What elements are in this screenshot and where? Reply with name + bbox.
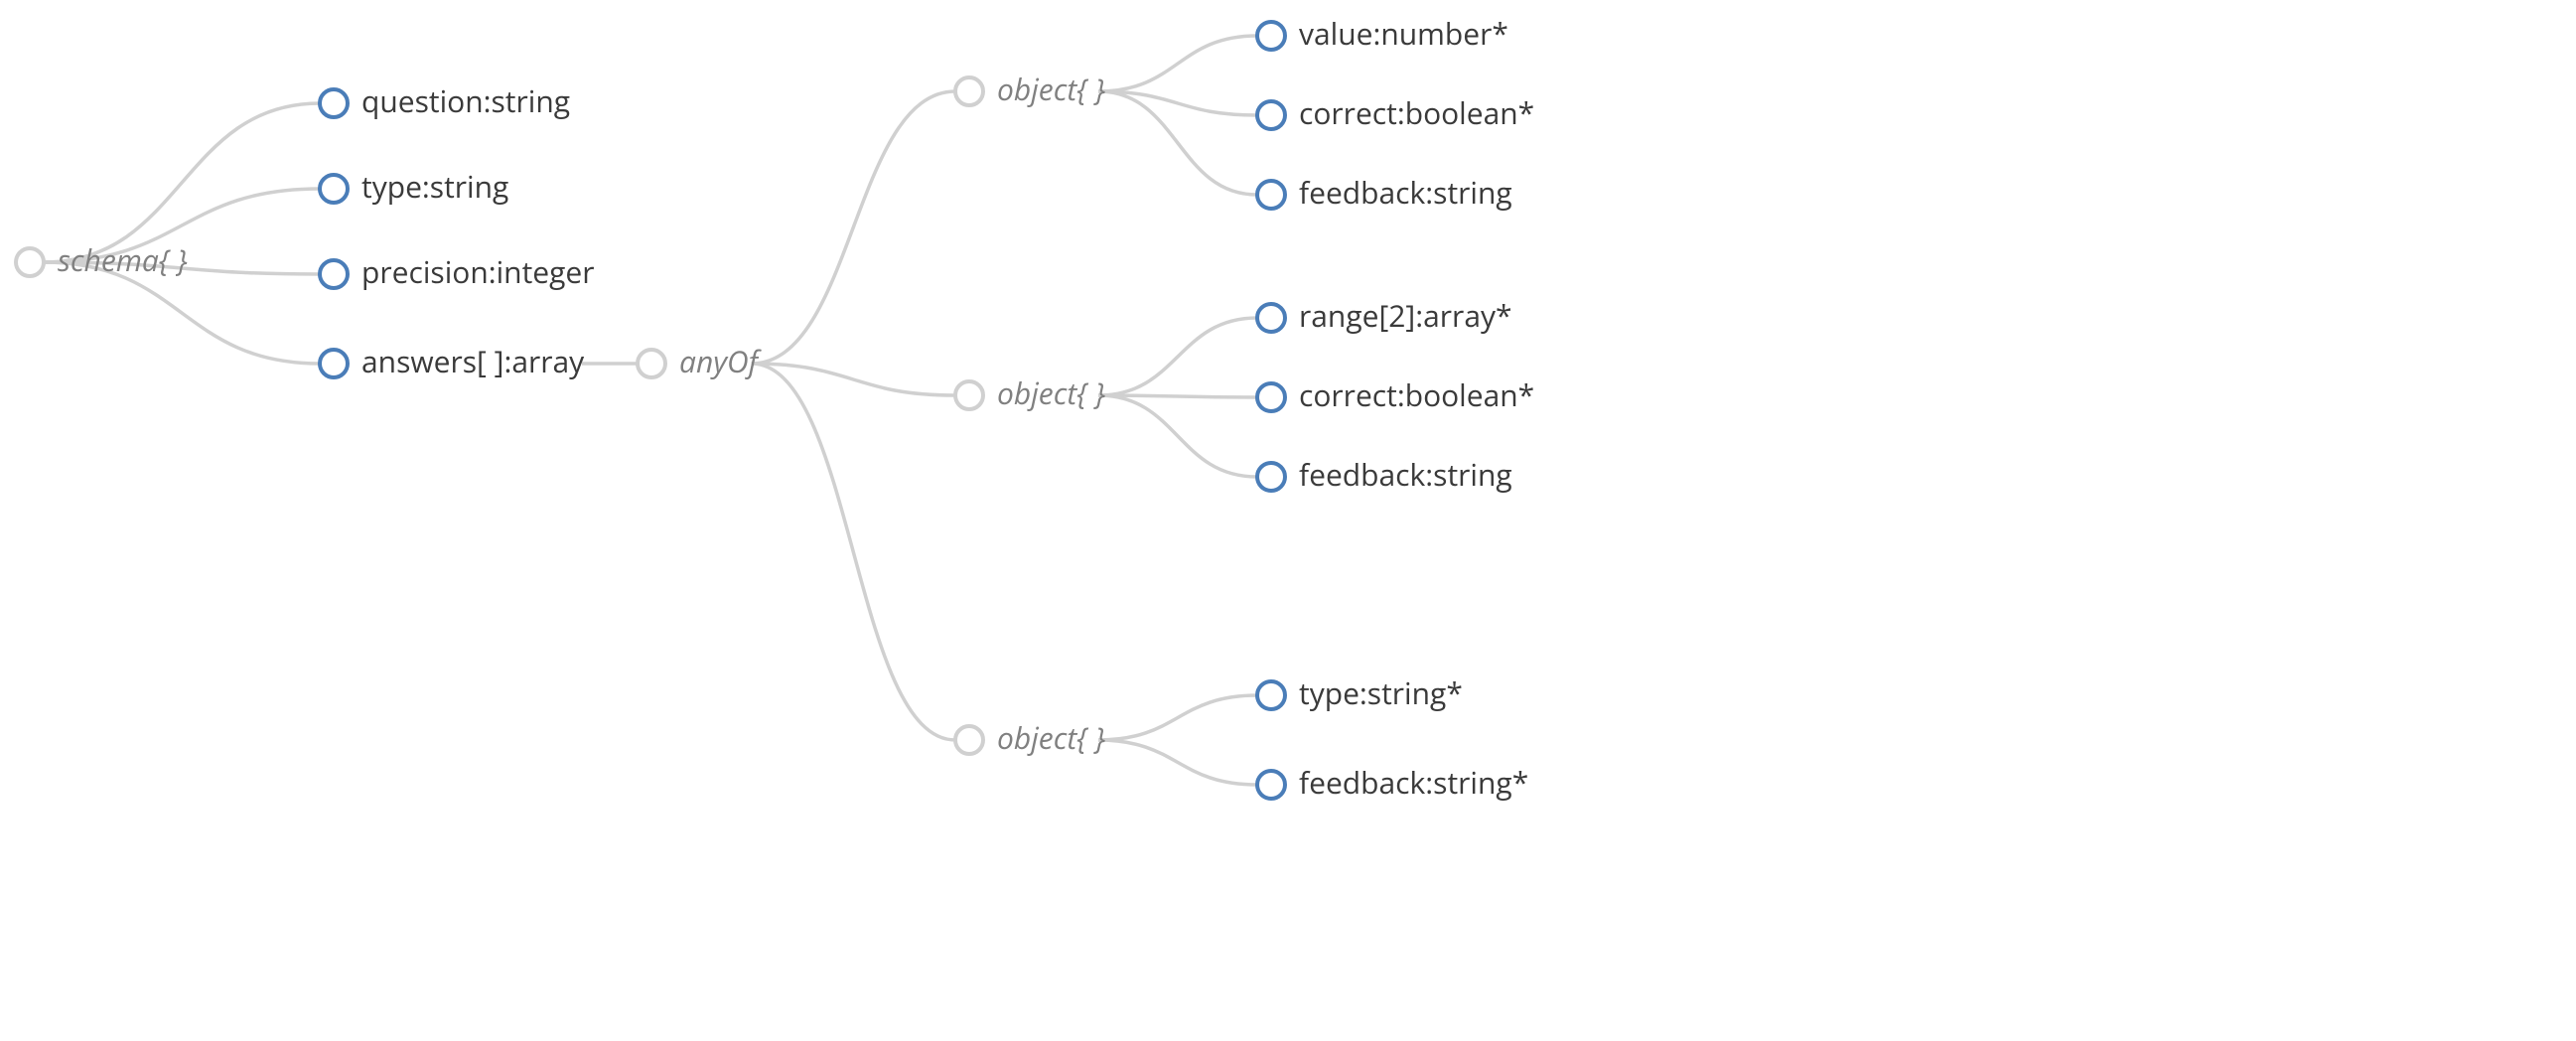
tree-link — [1098, 318, 1257, 395]
node-label: precision:integer — [361, 251, 595, 292]
tree-node-o2feedback[interactable]: feedback:string — [1257, 454, 1512, 495]
tree-node-o2range[interactable]: range[2]:array* — [1257, 295, 1512, 336]
tree-node-question[interactable]: question:string — [320, 80, 570, 121]
tree-node-o2correct[interactable]: correct:boolean* — [1257, 374, 1534, 415]
leaf-node-icon — [1257, 101, 1285, 129]
branch-node-icon — [955, 381, 983, 409]
node-label: object{ } — [997, 717, 1105, 758]
leaf-node-icon — [1257, 304, 1285, 332]
tree-link — [1098, 695, 1257, 740]
leaf-node-icon — [320, 89, 348, 117]
tree-node-o3type[interactable]: type:string* — [1257, 672, 1463, 713]
node-label: object{ } — [997, 69, 1105, 109]
leaf-node-icon — [1257, 463, 1285, 491]
branch-node-icon — [16, 248, 44, 276]
leaf-node-icon — [320, 350, 348, 377]
node-label: feedback:string* — [1299, 762, 1528, 803]
tree-node-obj3[interactable]: object{ } — [955, 717, 1105, 758]
node-label: object{ } — [997, 372, 1105, 413]
tree-link — [1098, 395, 1257, 477]
node-label: feedback:string — [1299, 454, 1512, 495]
node-label: type:string* — [1299, 672, 1463, 713]
node-label: correct:boolean* — [1299, 374, 1534, 415]
node-label: correct:boolean* — [1299, 92, 1534, 133]
branch-node-icon — [955, 77, 983, 105]
schema-tree-diagram: schema{ } question:string type:string preci… — [0, 0, 2576, 1041]
tree-node-precision[interactable]: precision:integer — [320, 251, 595, 292]
tree-link — [1098, 91, 1257, 195]
tree-link — [752, 364, 956, 740]
node-label: type:string — [361, 166, 508, 207]
tree-node-obj1[interactable]: object{ } — [955, 69, 1105, 109]
tree-node-obj2[interactable]: object{ } — [955, 372, 1105, 413]
tree-node-o3feedback[interactable]: feedback:string* — [1257, 762, 1528, 803]
leaf-node-icon — [320, 260, 348, 288]
tree-link — [44, 103, 320, 262]
node-label: answers[ ]:array — [361, 341, 585, 381]
node-label: feedback:string — [1299, 172, 1512, 213]
node-label: question:string — [361, 80, 570, 121]
nodes-layer: schema{ } question:string type:string preci… — [16, 13, 1534, 803]
leaf-node-icon — [1257, 771, 1285, 799]
tree-node-answers[interactable]: answers[ ]:array — [320, 341, 585, 381]
tree-node-anyOf[interactable]: anyOf — [638, 341, 763, 381]
tree-node-o1feedback[interactable]: feedback:string — [1257, 172, 1512, 213]
node-label: value:number* — [1299, 13, 1508, 54]
branch-node-icon — [955, 726, 983, 754]
tree-node-type[interactable]: type:string — [320, 166, 508, 207]
tree-link — [752, 91, 956, 364]
leaf-node-icon — [1257, 383, 1285, 411]
tree-node-o1value[interactable]: value:number* — [1257, 13, 1508, 54]
leaf-node-icon — [1257, 181, 1285, 209]
node-label: schema{ } — [58, 239, 188, 280]
tree-node-root[interactable]: schema{ } — [16, 239, 188, 280]
branch-node-icon — [638, 350, 665, 377]
leaf-node-icon — [1257, 681, 1285, 709]
tree-link — [752, 364, 956, 395]
leaf-node-icon — [1257, 22, 1285, 50]
node-label: anyOf — [679, 341, 763, 381]
leaf-node-icon — [320, 175, 348, 203]
tree-link — [1098, 36, 1257, 91]
tree-link — [1098, 740, 1257, 785]
tree-node-o1correct[interactable]: correct:boolean* — [1257, 92, 1534, 133]
node-label: range[2]:array* — [1299, 295, 1512, 336]
